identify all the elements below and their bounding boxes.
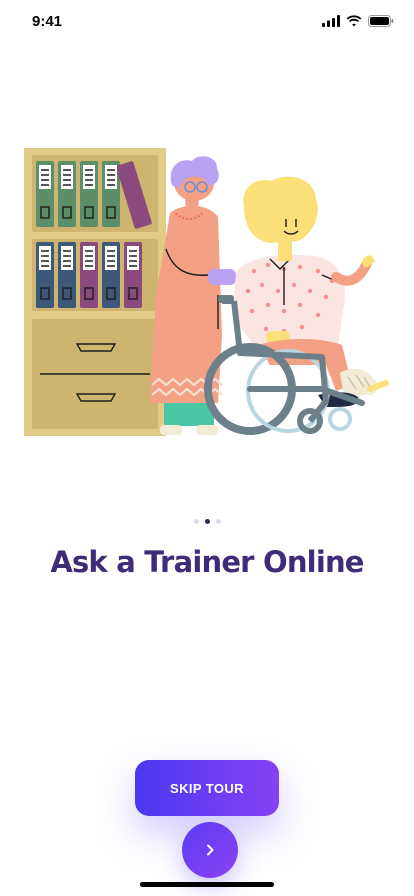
cellular-signal-icon (322, 15, 340, 27)
patient-figure (232, 176, 389, 407)
onboarding-title: Ask a Trainer Online (50, 545, 364, 579)
wifi-icon (346, 15, 362, 27)
home-indicator[interactable] (140, 882, 274, 887)
battery-icon (368, 15, 394, 27)
page-indicator (0, 519, 414, 524)
filing-cabinet (24, 148, 166, 436)
page-dot (215, 519, 221, 524)
cabinet-drawers (32, 319, 158, 429)
page-dot (193, 519, 199, 524)
next-button[interactable] (182, 822, 238, 878)
status-icons (322, 15, 394, 27)
status-time: 9:41 (32, 13, 63, 30)
status-bar: 9:41 (0, 0, 414, 44)
skip-tour-button[interactable]: SKIP TOUR (135, 760, 279, 816)
onboarding-illustration (24, 148, 389, 436)
page-dot-active (204, 519, 210, 524)
chevron-right-icon (207, 844, 214, 856)
